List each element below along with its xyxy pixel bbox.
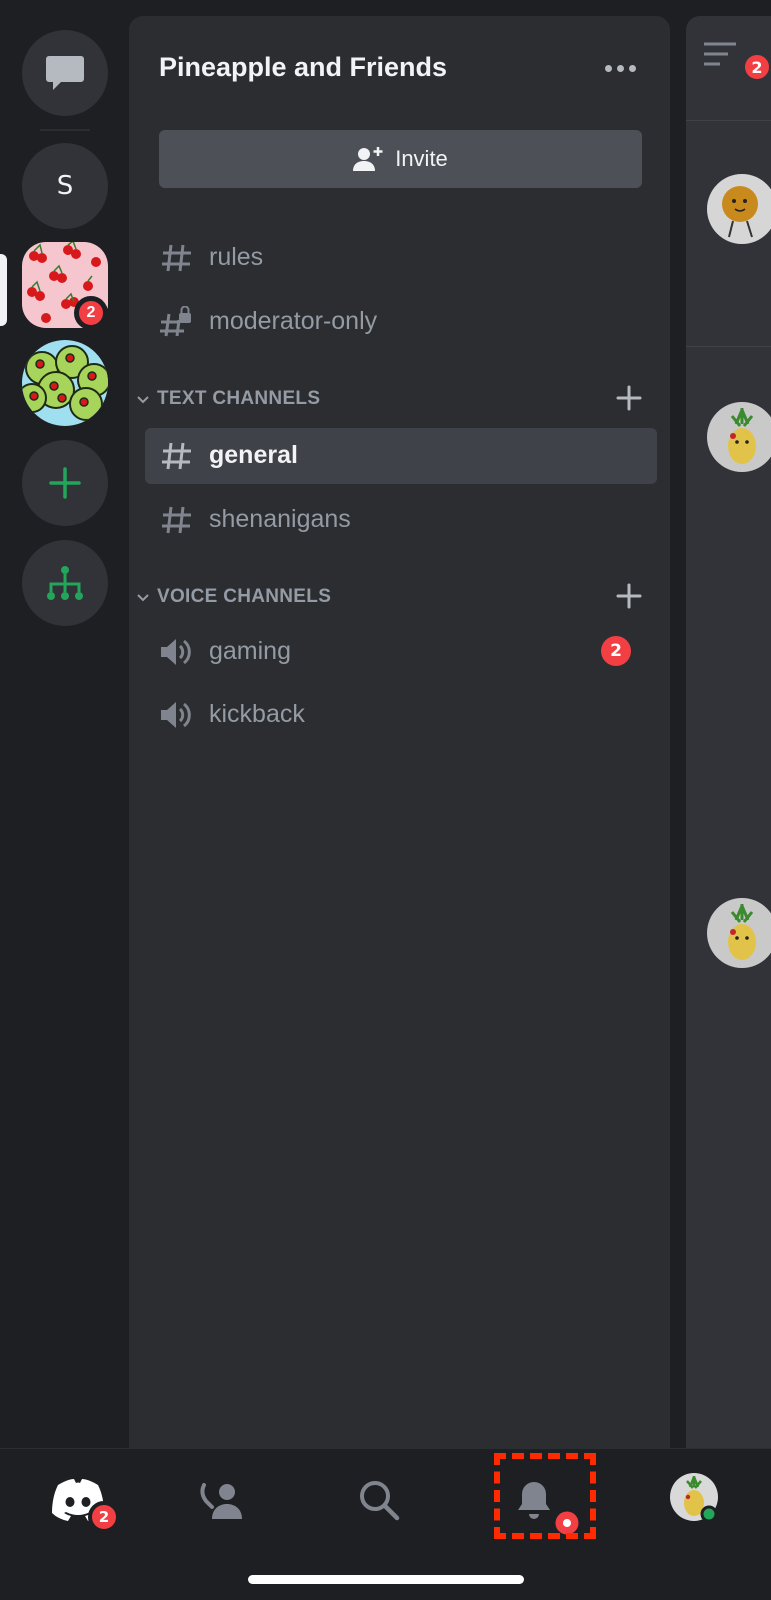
direct-messages-button[interactable]: [22, 30, 108, 116]
avatar[interactable]: [707, 402, 771, 472]
divider: [686, 120, 771, 121]
hash-icon: [162, 442, 191, 470]
add-channel-icon[interactable]: [615, 384, 643, 412]
chat-peek[interactable]: 2: [686, 16, 771, 1448]
channel-kickback[interactable]: kickback: [145, 687, 657, 743]
server-rail: S 2: [0, 0, 128, 1448]
speaker-icon: [161, 702, 191, 728]
tree-pattern-icon: [22, 340, 108, 426]
pineapple-icon: [728, 904, 756, 960]
tab-friends[interactable]: [200, 1471, 260, 1531]
locked-hash-icon: [160, 306, 191, 337]
channel-label: rules: [209, 243, 264, 271]
explore-servers-button[interactable]: [22, 540, 108, 626]
more-options-icon[interactable]: [605, 61, 641, 75]
avatar[interactable]: [707, 898, 771, 968]
chevron-down-icon: [137, 594, 149, 602]
server-trees-button[interactable]: [22, 340, 108, 426]
channel-label: shenanigans: [209, 505, 351, 533]
pineapple-icon: [728, 408, 756, 464]
member-list-icon[interactable]: [702, 40, 738, 70]
add-person-icon: [353, 147, 383, 171]
invite-label: Invite: [395, 146, 448, 171]
invite-button[interactable]: Invite: [159, 130, 642, 188]
member-list-badge: 2: [742, 52, 771, 82]
hash-icon: [162, 244, 191, 272]
channel-rules[interactable]: rules: [145, 230, 657, 286]
rail-separator: [40, 129, 90, 131]
notifications-highlight-box: [494, 1453, 596, 1539]
chevron-down-icon: [137, 396, 149, 404]
online-status-icon: [700, 1505, 718, 1523]
category-label: TEXT CHANNELS: [157, 388, 321, 409]
mention-badge: 2: [601, 636, 631, 666]
selected-server-indicator: [0, 254, 7, 326]
category-text-channels[interactable]: TEXT CHANNELS: [135, 384, 655, 414]
channel-label: general: [209, 441, 298, 469]
add-server-button[interactable]: [22, 440, 108, 526]
channel-label: kickback: [209, 700, 305, 728]
server-cherry-badge: 2: [74, 296, 108, 330]
speaker-icon: [161, 639, 191, 665]
channel-shenanigans[interactable]: shenanigans: [145, 492, 657, 548]
server-s-button[interactable]: S: [22, 143, 108, 229]
server-initial: S: [56, 171, 74, 201]
channel-label: gaming: [209, 637, 291, 665]
divider: [686, 346, 771, 347]
server-title[interactable]: Pineapple and Friends: [159, 52, 447, 83]
friends-icon: [200, 1483, 242, 1519]
orange-character-icon: [722, 186, 758, 238]
avatar[interactable]: [707, 174, 771, 244]
hub-icon: [47, 566, 83, 600]
add-channel-icon[interactable]: [615, 582, 643, 610]
channel-moderator-only[interactable]: moderator-only: [145, 294, 657, 350]
channel-panel: Pineapple and Friends Invite rules moder…: [129, 16, 670, 1448]
category-label: VOICE CHANNELS: [157, 586, 332, 607]
chat-bubble-icon: [46, 56, 84, 90]
channel-label: moderator-only: [209, 307, 378, 335]
channel-general[interactable]: general: [145, 428, 657, 484]
category-voice-channels[interactable]: VOICE CHANNELS: [135, 582, 655, 612]
home-badge: 2: [88, 1501, 120, 1533]
hash-icon: [162, 506, 191, 534]
search-icon: [360, 1481, 400, 1521]
tab-search[interactable]: [358, 1471, 418, 1531]
home-indicator[interactable]: [248, 1575, 524, 1584]
plus-icon: [49, 467, 81, 499]
channel-gaming[interactable]: gaming 2: [145, 624, 657, 680]
